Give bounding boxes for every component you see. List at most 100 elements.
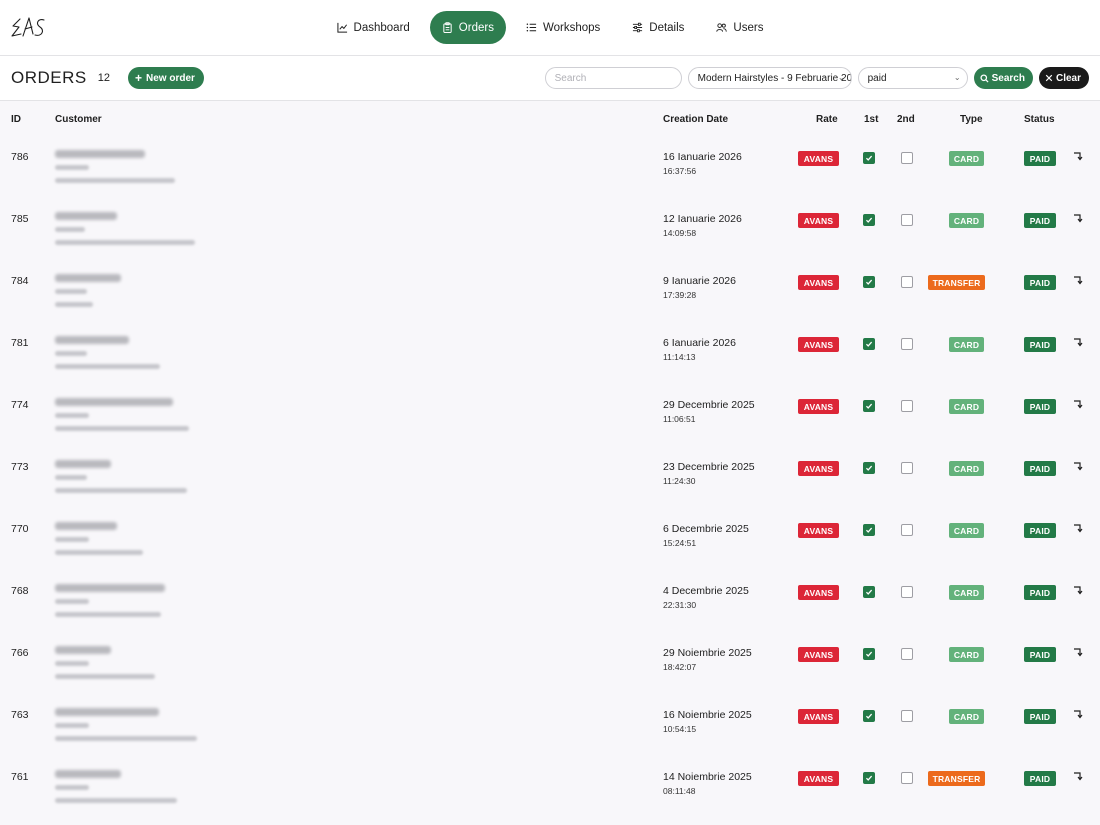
creation-date-time: 17:39:28 xyxy=(663,290,697,300)
rate-badge: AVANS xyxy=(798,213,839,228)
creation-date-time: 10:54:15 xyxy=(663,724,697,734)
header-first[interactable]: 1st xyxy=(864,114,878,125)
creation-date-time: 11:06:51 xyxy=(663,414,696,424)
rate-badge: AVANS xyxy=(798,337,839,352)
second-payment-checkbox[interactable] xyxy=(901,214,913,226)
order-id: 774 xyxy=(11,399,29,411)
arrow-turn-down-right-icon[interactable] xyxy=(1072,522,1084,534)
arrow-turn-down-right-icon[interactable] xyxy=(1072,708,1084,720)
creation-date: 16 Noiembrie 2025 10:54:15 xyxy=(663,709,752,734)
clipboard-icon xyxy=(443,22,452,33)
nav-workshops[interactable]: Workshops xyxy=(514,11,612,44)
creation-date-time: 22:31:30 xyxy=(663,600,697,610)
arrow-turn-down-right-icon[interactable] xyxy=(1072,646,1084,658)
creation-date: 6 Ianuarie 2026 11:14:13 xyxy=(663,337,736,362)
second-payment-checkbox[interactable] xyxy=(901,338,913,350)
table-row[interactable]: 773 23 Decembrie 2025 11:24:30 AVANS CARD PAI… xyxy=(0,447,1100,509)
nav-orders[interactable]: Orders xyxy=(429,11,506,44)
header-creation-date[interactable]: Creation Date xyxy=(663,114,728,125)
order-id: 770 xyxy=(11,523,29,535)
status-badge: PAID xyxy=(1024,275,1056,290)
creation-date: 4 Decembrie 2025 22:31:30 xyxy=(663,585,749,610)
first-payment-checkbox[interactable] xyxy=(863,338,875,350)
order-id: 761 xyxy=(11,771,29,783)
header-id[interactable]: ID xyxy=(11,114,21,125)
table-row[interactable]: 766 29 Noiembrie 2025 18:42:07 AVANS CARD PAI… xyxy=(0,633,1100,695)
customer-phone-redacted xyxy=(55,413,89,418)
search-button[interactable]: Search xyxy=(973,67,1033,89)
clear-button[interactable]: Clear xyxy=(1038,67,1089,89)
table-row[interactable]: 763 16 Noiembrie 2025 10:54:15 AVANS CARD PAI… xyxy=(0,695,1100,757)
table-row[interactable]: 784 9 Ianuarie 2026 17:39:28 AVANS TRANSFER P… xyxy=(0,261,1100,323)
first-payment-checkbox[interactable] xyxy=(863,152,875,164)
customer-email-redacted xyxy=(55,364,160,369)
table-row[interactable]: 786 16 Ianuarie 2026 16:37:56 AVANS CARD PAID xyxy=(0,137,1100,199)
table-row[interactable]: 774 29 Decembrie 2025 11:06:51 AVANS CARD PAI… xyxy=(0,385,1100,447)
first-payment-checkbox[interactable] xyxy=(863,772,875,784)
table-row[interactable]: 781 6 Ianuarie 2026 11:14:13 AVANS CARD PAID xyxy=(0,323,1100,385)
first-payment-checkbox[interactable] xyxy=(863,586,875,598)
second-payment-checkbox[interactable] xyxy=(901,400,913,412)
first-payment-checkbox[interactable] xyxy=(863,524,875,536)
nav-users[interactable]: Users xyxy=(704,11,775,44)
header-customer[interactable]: Customer xyxy=(55,114,102,125)
arrow-turn-down-right-icon[interactable] xyxy=(1072,584,1084,596)
nav-details[interactable]: Details xyxy=(620,11,696,44)
first-payment-checkbox[interactable] xyxy=(863,710,875,722)
second-payment-checkbox[interactable] xyxy=(901,586,913,598)
second-payment-checkbox[interactable] xyxy=(901,772,913,784)
workshop-select[interactable]: Modern Hairstyles - 9 Februarie 2026 ⌄ xyxy=(687,67,852,89)
arrow-turn-down-right-icon[interactable] xyxy=(1072,274,1084,286)
customer-info xyxy=(55,522,143,555)
status-select[interactable]: paid ⌄ xyxy=(857,67,968,89)
rate-badge: AVANS xyxy=(798,771,839,786)
new-order-label: New order xyxy=(146,72,195,84)
table-row[interactable]: 785 12 Ianuarie 2026 14:09:58 AVANS CARD PAID xyxy=(0,199,1100,261)
status-badge: PAID xyxy=(1024,647,1056,662)
check-icon xyxy=(865,155,873,161)
customer-name-redacted xyxy=(55,274,121,282)
second-payment-checkbox[interactable] xyxy=(901,524,913,536)
check-icon xyxy=(865,217,873,223)
header-second[interactable]: 2nd xyxy=(897,114,915,125)
first-payment-checkbox[interactable] xyxy=(863,648,875,660)
order-id: 781 xyxy=(11,337,29,349)
customer-phone-redacted xyxy=(55,599,89,604)
first-payment-checkbox[interactable] xyxy=(863,400,875,412)
arrow-turn-down-right-icon[interactable] xyxy=(1072,212,1084,224)
table-row[interactable]: 770 6 Decembrie 2025 15:24:51 AVANS CARD PAID xyxy=(0,509,1100,571)
status-badge: PAID xyxy=(1024,461,1056,476)
new-order-button[interactable]: + New order xyxy=(127,67,204,89)
first-payment-checkbox[interactable] xyxy=(863,276,875,288)
check-icon xyxy=(865,527,873,533)
customer-info xyxy=(55,336,160,369)
search-input[interactable] xyxy=(544,67,682,89)
arrow-turn-down-right-icon[interactable] xyxy=(1072,336,1084,348)
second-payment-checkbox[interactable] xyxy=(901,710,913,722)
arrow-turn-down-right-icon[interactable] xyxy=(1072,770,1084,782)
customer-info xyxy=(55,646,155,679)
header-type[interactable]: Type xyxy=(960,114,983,125)
rate-badge: AVANS xyxy=(798,647,839,662)
arrow-turn-down-right-icon[interactable] xyxy=(1072,398,1084,410)
second-payment-checkbox[interactable] xyxy=(901,648,913,660)
second-payment-checkbox[interactable] xyxy=(901,462,913,474)
customer-name-redacted xyxy=(55,460,111,468)
second-payment-checkbox[interactable] xyxy=(901,276,913,288)
customer-phone-redacted xyxy=(55,475,87,480)
brand-logo[interactable] xyxy=(11,14,47,42)
first-payment-checkbox[interactable] xyxy=(863,462,875,474)
check-icon xyxy=(865,713,873,719)
second-payment-checkbox[interactable] xyxy=(901,152,913,164)
first-payment-checkbox[interactable] xyxy=(863,214,875,226)
header-status[interactable]: Status xyxy=(1024,114,1055,125)
header-rate[interactable]: Rate xyxy=(816,114,838,125)
creation-date-day: 4 Decembrie 2025 xyxy=(663,585,749,597)
nav-dashboard[interactable]: Dashboard xyxy=(325,11,422,44)
table-row[interactable]: 768 4 Decembrie 2025 22:31:30 AVANS CARD PAID xyxy=(0,571,1100,633)
chevron-down-icon: ⌄ xyxy=(837,73,845,82)
nav-details-label: Details xyxy=(649,21,685,34)
arrow-turn-down-right-icon[interactable] xyxy=(1072,460,1084,472)
arrow-turn-down-right-icon[interactable] xyxy=(1072,150,1084,162)
table-row[interactable]: 761 14 Noiembrie 2025 08:11:48 AVANS TRANSFE… xyxy=(0,757,1100,819)
